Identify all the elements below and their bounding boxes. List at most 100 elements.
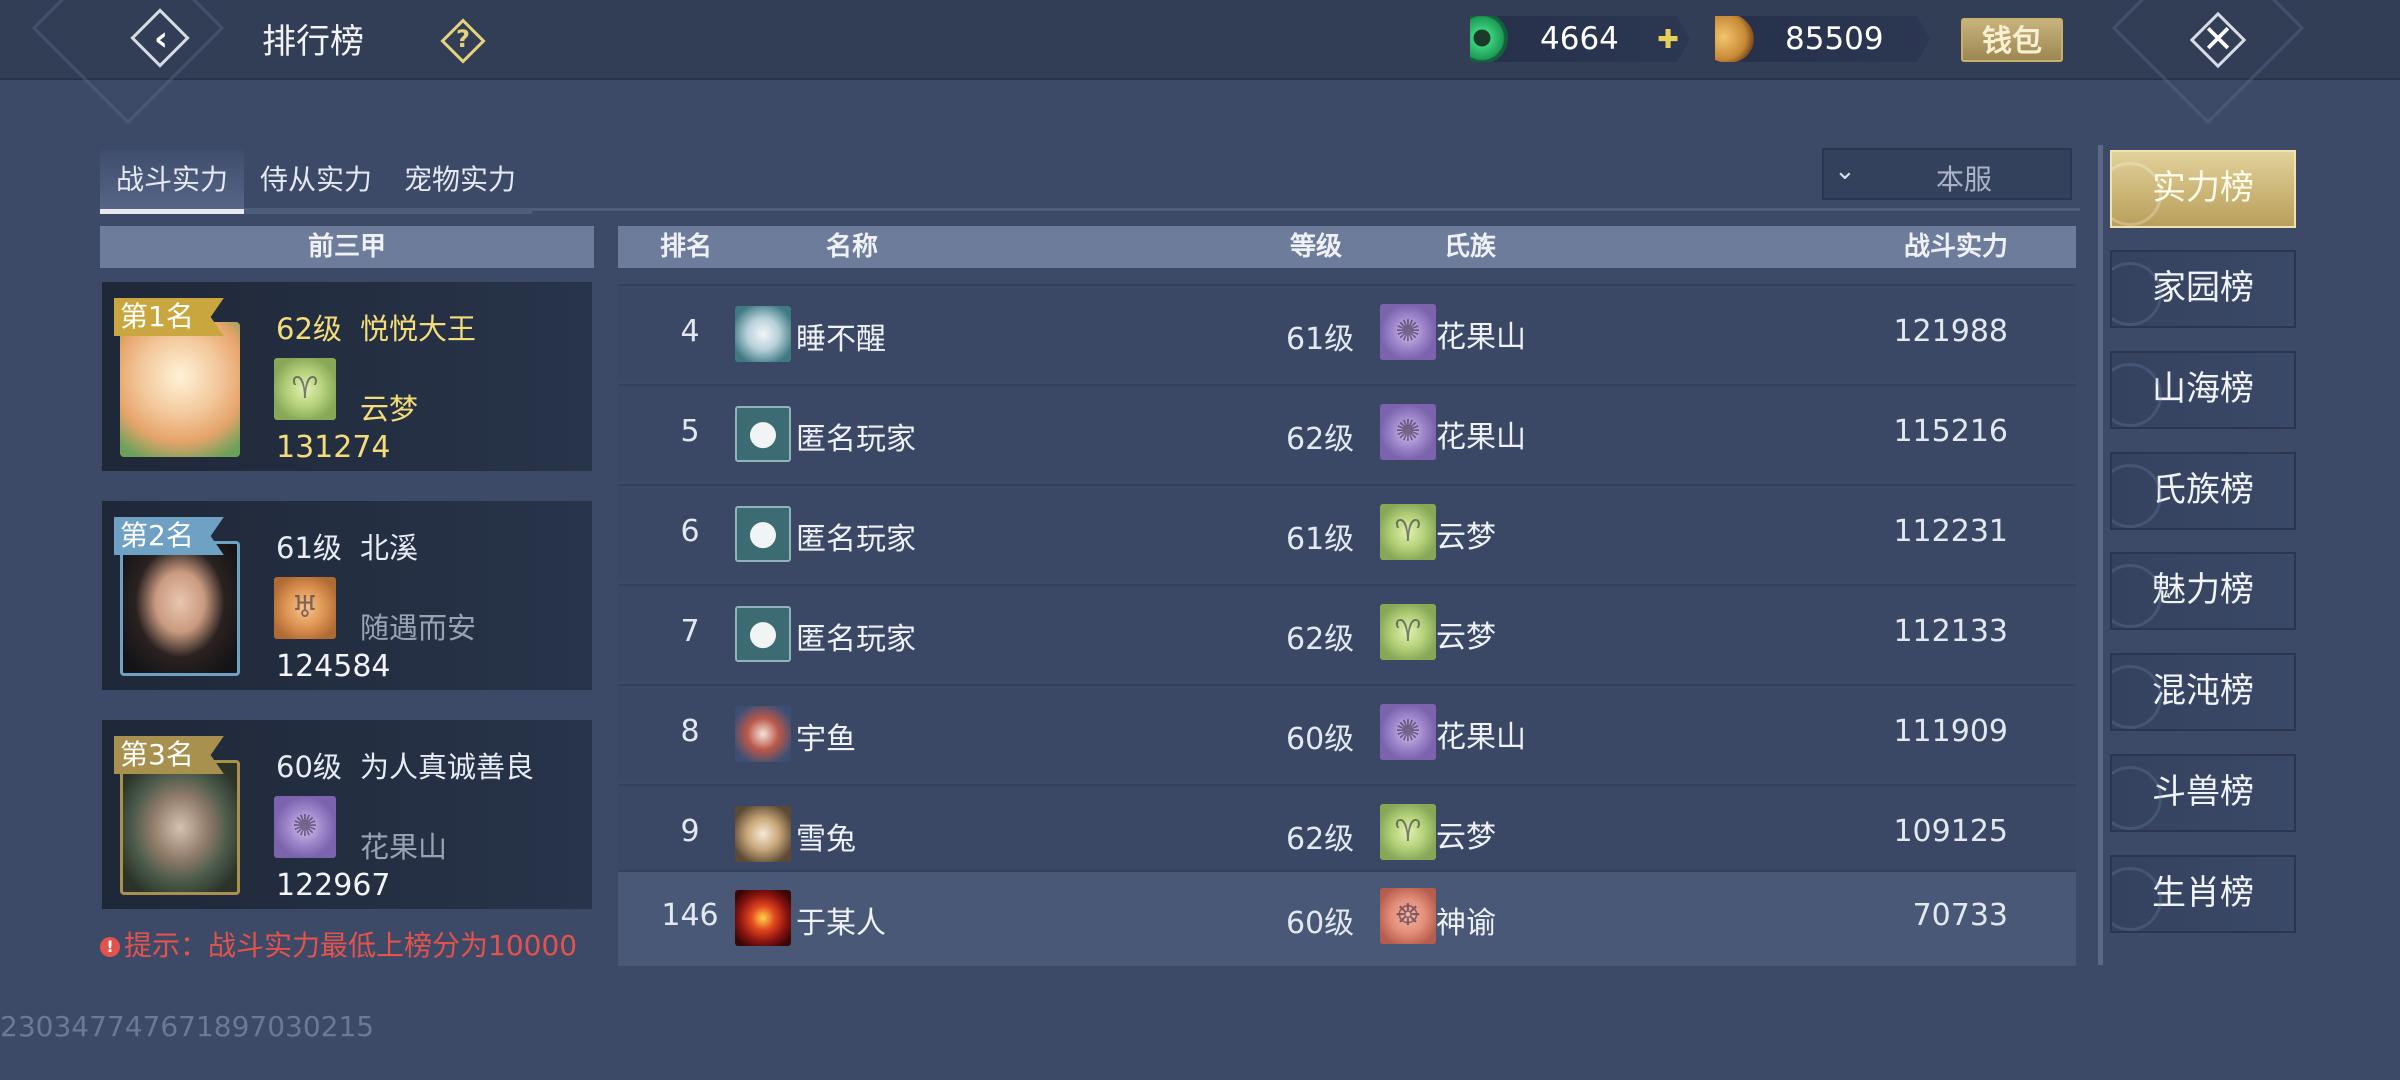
column-power: 战斗实力 <box>1904 232 2009 262</box>
question-icon: ? <box>456 25 470 53</box>
top3-card-3[interactable]: 第3名 60级 为人真诚善良 ✺ 花果山 122967 <box>100 718 594 911</box>
clan-totem-icon: ♅ <box>274 577 336 639</box>
clan-name: 花果山 <box>1436 420 1526 455</box>
user-id: 2303477476718970302​15 <box>0 1010 375 1043</box>
clan-name: 花果山 <box>360 830 448 864</box>
alert-icon: ! <box>100 937 120 957</box>
player-name: 匿名玩家 <box>796 622 916 657</box>
hint-text: 提示：战斗实力最低上榜分为10000 <box>124 929 578 962</box>
player-level: 60级 <box>1286 722 1355 757</box>
anonymous-avatar-icon: ● <box>735 606 791 662</box>
player-name: 匿名玩家 <box>796 422 916 457</box>
avatar <box>735 890 791 946</box>
sidebar-item-shanhai[interactable]: 山海榜 <box>2110 351 2296 429</box>
close-icon: ✕ <box>2202 17 2234 61</box>
combat-power: 124584 <box>276 649 391 684</box>
back-button[interactable]: ‹ <box>130 8 192 70</box>
table-row[interactable]: 9 雪兔 62级 ♈ 云梦 109125 <box>618 784 2076 870</box>
avatar <box>120 322 240 457</box>
sidebar-item-power[interactable]: 实力榜 <box>2110 150 2296 228</box>
column-level: 等级 <box>1290 232 1343 262</box>
avatar <box>120 541 240 676</box>
add-currency-icon[interactable]: ✚ <box>1653 25 1683 55</box>
player-name: 北溪 <box>360 531 419 565</box>
column-clan: 氏族 <box>1444 232 1497 262</box>
chevron-left-icon: ‹ <box>153 19 168 59</box>
player-level: 60级 <box>276 750 342 784</box>
player-name: 雪兔 <box>796 822 856 857</box>
anonymous-avatar-icon: ● <box>735 506 791 562</box>
combat-power: 112133 <box>1893 614 2008 649</box>
avatar <box>120 760 240 895</box>
rank-badge: 第1名 <box>114 298 224 336</box>
column-name: 名称 <box>826 232 879 262</box>
anonymous-avatar-icon: ● <box>735 406 791 462</box>
player-level: 61级 <box>1286 322 1355 357</box>
clan-swirl-icon: ✺ <box>1380 404 1436 460</box>
tab-combat-power[interactable]: 战斗实力 <box>100 150 244 214</box>
player-name: 宇鱼 <box>796 722 856 757</box>
combat-power: 70733 <box>1912 898 2008 933</box>
server-select[interactable]: ⌄ 本服 <box>1822 148 2072 200</box>
avatar <box>735 706 791 762</box>
sidebar-item-home[interactable]: 家园榜 <box>2110 250 2296 328</box>
clan-name: 云梦 <box>360 392 419 426</box>
player-level: 62级 <box>1286 822 1355 857</box>
clan-name: 随遇而安 <box>360 611 477 645</box>
decor-left <box>31 0 225 125</box>
table-row[interactable]: 4 睡不醒 61级 ✺ 花果山 121988 <box>618 284 2076 380</box>
table-header: 排名 名称 等级 氏族 战斗实力 <box>618 226 2076 268</box>
combat-power: 121988 <box>1893 314 2008 349</box>
player-level: 62级 <box>1286 622 1355 657</box>
sidebar-item-beast[interactable]: 斗兽榜 <box>2110 754 2296 832</box>
clan-name: 云梦 <box>1436 820 1496 855</box>
gold-currency: 85509 <box>1715 16 1930 62</box>
top3-heading: 前三甲 <box>100 226 594 268</box>
player-name: 睡不醒 <box>796 322 886 357</box>
player-name: 匿名玩家 <box>796 522 916 557</box>
table-row[interactable]: 7 ● 匿名玩家 62级 ♈ 云梦 112133 <box>618 584 2076 680</box>
table-row[interactable]: 8 宇鱼 60级 ✺ 花果山 111909 <box>618 684 2076 780</box>
clan-name: 神谕 <box>1436 906 1496 941</box>
clan-ram-icon: ♈ <box>1380 604 1436 660</box>
player-name: 于某人 <box>796 906 886 941</box>
clan-swirl-icon: ✺ <box>1380 704 1436 760</box>
rank-badge: 第3名 <box>114 736 224 774</box>
column-rank: 排名 <box>660 232 713 262</box>
clan-ram-icon: ♈ <box>274 358 336 420</box>
table-row[interactable]: 6 ● 匿名玩家 61级 ♈ 云梦 112231 <box>618 484 2076 580</box>
page-title: 排行榜 <box>262 22 364 62</box>
close-button[interactable]: ✕ <box>2189 11 2247 69</box>
sidebar-item-chaos[interactable]: 混沌榜 <box>2110 653 2296 731</box>
clan-oracle-icon: ☸ <box>1380 888 1436 944</box>
top3-card-2[interactable]: 第2名 61级 北溪 ♅ 随遇而安 124584 <box>100 499 594 692</box>
sidebar-divider <box>2098 145 2103 965</box>
player-name: 悦悦大王 <box>360 312 477 346</box>
clan-name: 花果山 <box>1436 720 1526 755</box>
player-level: 60级 <box>1286 906 1355 941</box>
player-name: 为人真诚善良 <box>360 750 535 784</box>
self-rank-row[interactable]: 146 于某人 60级 ☸ 神谕 70733 <box>618 870 2076 966</box>
sidebar-item-charm[interactable]: 魅力榜 <box>2110 552 2296 630</box>
table-row[interactable]: 5 ● 匿名玩家 62级 ✺ 花果山 115216 <box>618 384 2076 480</box>
tab-attendant-power[interactable]: 侍从实力 <box>244 150 388 214</box>
clan-name: 云梦 <box>1436 620 1496 655</box>
combat-power: 109125 <box>1893 814 2008 849</box>
wallet-button[interactable]: 钱包 <box>1961 18 2063 62</box>
sidebar-item-zodiac[interactable]: 生肖榜 <box>2110 855 2296 933</box>
clan-name: 花果山 <box>1436 320 1526 355</box>
combat-power: 112231 <box>1893 514 2008 549</box>
help-button[interactable]: ? <box>440 18 488 66</box>
jade-amount: 4664 <box>1540 21 1619 57</box>
top3-card-1[interactable]: 第1名 62级 悦悦大王 ♈ 云梦 131274 <box>100 280 594 473</box>
gold-amount: 85509 <box>1785 21 1884 57</box>
avatar <box>735 306 791 362</box>
tab-pet-power[interactable]: 宠物实力 <box>388 150 532 214</box>
combat-power: 115216 <box>1893 414 2008 449</box>
clan-ram-icon: ♈ <box>1380 504 1436 560</box>
player-level: 61级 <box>276 531 342 565</box>
player-level: 62级 <box>276 312 342 346</box>
min-score-hint: ! 提示：战斗实力最低上榜分为10000 <box>100 924 577 964</box>
sidebar-item-clan[interactable]: 氏族榜 <box>2110 452 2296 530</box>
combat-power: 131274 <box>276 430 391 465</box>
